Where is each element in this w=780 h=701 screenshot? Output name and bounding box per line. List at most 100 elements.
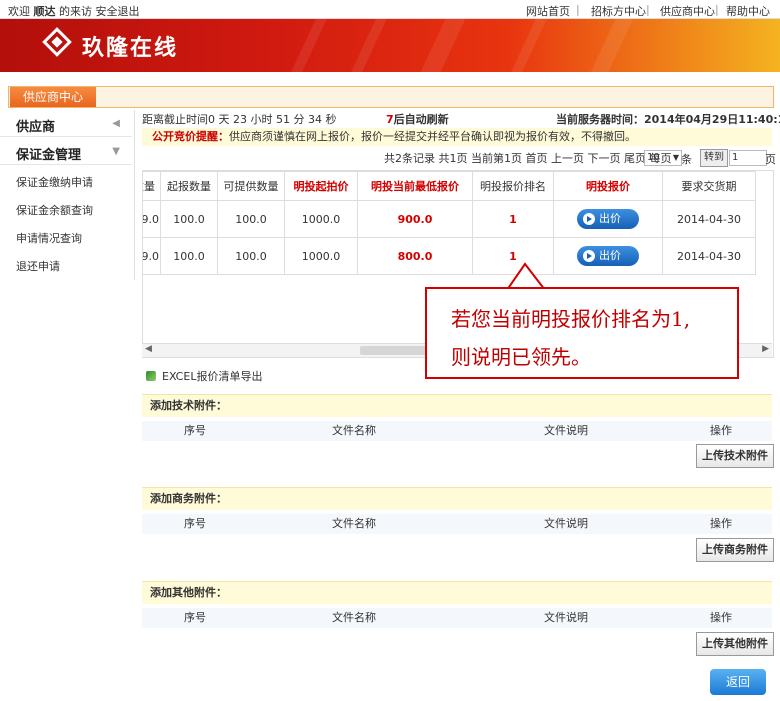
- goto-page-unit: 页: [765, 153, 776, 166]
- page-size-value: 10: [647, 152, 660, 163]
- play-icon: [583, 213, 595, 225]
- sidebar-item-apply-status[interactable]: 申请情况查询: [16, 230, 82, 246]
- cell-current-lowest: 900.0: [357, 200, 473, 238]
- bidding-notice: 公开竞价提醒：供应商须谨慎在网上报价，报价一经提交并经平台确认即视为报价有效，不…: [142, 128, 772, 146]
- user-name: 顺达: [33, 5, 56, 18]
- goto-button[interactable]: 转到: [700, 149, 728, 167]
- nav-home[interactable]: 网站首页: [526, 3, 570, 19]
- nav-separator: |: [576, 3, 580, 16]
- col-file-desc: 文件说明: [544, 424, 588, 437]
- section-title: 添加技术附件：: [150, 399, 227, 412]
- cell-quantity: 9.0: [143, 200, 161, 238]
- col-index: 序号: [184, 517, 206, 530]
- cell-rank: 1: [472, 200, 554, 238]
- cell-min-quantity: 100.0: [160, 200, 218, 238]
- callout-line-2: 则说明已领先。: [451, 345, 591, 369]
- top-bar: 欢迎 顺达 的来访 安全退出 网站首页 | 招标方中心 | 供应商中心 | 帮助…: [0, 0, 780, 19]
- cell-min-quantity: 100.0: [160, 237, 218, 275]
- col-index: 序号: [184, 424, 206, 437]
- goto-page-input[interactable]: 1: [729, 150, 767, 166]
- tab-supplier-center[interactable]: 供应商中心: [10, 87, 96, 107]
- cell-quantity: 9.0: [143, 237, 161, 275]
- nav-supplier-center[interactable]: 供应商中心: [660, 3, 715, 19]
- refresh-seconds: 7: [386, 113, 394, 126]
- section-business-header: 添加商务附件：: [142, 487, 772, 510]
- sidebar-item-refund-apply[interactable]: 退还申请: [16, 258, 60, 274]
- sidebar-group-label: 保证金管理: [16, 148, 82, 163]
- upload-other-button[interactable]: 上传其他附件: [696, 632, 774, 656]
- excel-icon: [146, 371, 156, 381]
- table-row: 9.0 100.0 100.0 1000.0 800.0 1 出价 2014-0…: [143, 237, 756, 275]
- bid-button[interactable]: 出价: [577, 209, 639, 229]
- server-time: 当前服务器时间：2014年04月29日11:40:10: [556, 113, 780, 126]
- center-header-bar: [8, 86, 774, 108]
- col-available-quantity: 可提供数量: [217, 171, 285, 201]
- col-bid: 明投报价: [553, 171, 663, 201]
- col-current-lowest: 明投当前最低报价: [357, 171, 473, 201]
- bid-button-label: 出价: [599, 212, 621, 225]
- sidebar: 供应商 ◀ 保证金管理 ▼ 保证金缴纳申请 保证金余额查询 申请情况查询 退还申…: [0, 110, 135, 280]
- section-technical-header: 添加技术附件：: [142, 394, 772, 417]
- col-start-price: 明投起拍价: [284, 171, 358, 201]
- cell-delivery-date: 2014-04-30: [662, 200, 756, 238]
- scroll-left-icon[interactable]: ◀: [145, 344, 152, 354]
- col-operation: 操作: [710, 517, 732, 530]
- col-file-name: 文件名称: [332, 424, 376, 437]
- cell-bid: 出价: [553, 237, 663, 275]
- callout-line-1: 若您当前明投报价排名为1,: [451, 307, 691, 331]
- rank-hint-callout: 若您当前明投报价排名为1, 则说明已领先。: [425, 287, 739, 379]
- nav-tenderer-center[interactable]: 招标方中心: [591, 3, 646, 19]
- bid-button-label: 出价: [599, 249, 621, 262]
- col-operation: 操作: [710, 611, 732, 624]
- logout-link[interactable]: 安全退出: [96, 5, 140, 18]
- col-rank: 明投报价排名: [472, 171, 554, 201]
- col-index: 序号: [184, 611, 206, 624]
- table-header-row: 数量 起报数量 可提供数量 明投起拍价 明投当前最低报价 明投报价排名 明投报价…: [143, 171, 756, 201]
- section-title: 添加商务附件：: [150, 492, 227, 505]
- attachment-column-headers: 序号 文件名称 文件说明 操作: [142, 421, 772, 441]
- upload-business-button[interactable]: 上传商务附件: [696, 538, 774, 562]
- cell-available-quantity: 100.0: [217, 237, 285, 275]
- notice-text: 供应商须谨慎在网上报价，报价一经提交并经平台确认即视为报价有效，不得撤回。: [229, 130, 636, 143]
- nav-separator: |: [715, 3, 719, 16]
- col-file-name: 文件名称: [332, 517, 376, 530]
- upload-technical-button[interactable]: 上传技术附件: [696, 444, 774, 468]
- cell-available-quantity: 100.0: [217, 200, 285, 238]
- brand-name: 玖隆在线: [82, 36, 179, 61]
- sidebar-item-balance-query[interactable]: 保证金余额查询: [16, 202, 93, 218]
- notice-title: 公开竞价提醒：: [152, 130, 229, 143]
- section-other-header: 添加其他附件：: [142, 581, 772, 604]
- bid-button[interactable]: 出价: [577, 246, 639, 266]
- page-size-unit: 条: [681, 153, 692, 166]
- welcome-label: 欢迎: [8, 5, 30, 18]
- cell-start-price: 1000.0: [284, 200, 358, 238]
- chevron-left-icon: ◀: [112, 118, 120, 129]
- back-button[interactable]: 返回: [710, 669, 766, 695]
- col-file-desc: 文件说明: [544, 611, 588, 624]
- table-row: 9.0 100.0 100.0 1000.0 900.0 1 出价 2014-0…: [143, 200, 756, 238]
- sidebar-group-deposit[interactable]: 保证金管理 ▼: [0, 138, 132, 165]
- chevron-down-icon: ▼: [112, 146, 120, 157]
- col-file-name: 文件名称: [332, 611, 376, 624]
- attachment-column-headers: 序号 文件名称 文件说明 操作: [142, 514, 772, 534]
- excel-export-label: EXCEL报价清单导出: [162, 370, 263, 383]
- visit-label: 的来访: [59, 5, 92, 18]
- bid-table: 数量 起报数量 可提供数量 明投起拍价 明投当前最低报价 明投报价排名 明投报价…: [143, 171, 756, 275]
- auction-info-line: 距离截止时间0 天 23 小时 51 分 34 秒 7后自动刷新 当前服务器时间…: [142, 111, 780, 127]
- sidebar-item-deposit-apply[interactable]: 保证金缴纳申请: [16, 174, 93, 190]
- excel-export-link[interactable]: EXCEL报价清单导出: [146, 368, 262, 384]
- refresh-label: 后自动刷新: [393, 113, 449, 126]
- col-delivery-date: 要求交货期: [662, 171, 756, 201]
- col-quantity: 数量: [143, 171, 161, 201]
- section-title: 添加其他附件：: [150, 586, 227, 599]
- col-file-desc: 文件说明: [544, 517, 588, 530]
- page-size-select[interactable]: 10 ▼: [644, 150, 682, 166]
- nav-help-center[interactable]: 帮助中心: [726, 3, 770, 19]
- cell-start-price: 1000.0: [284, 237, 358, 275]
- sidebar-group-supplier[interactable]: 供应商 ◀: [0, 110, 132, 137]
- cell-current-lowest: 800.0: [357, 237, 473, 275]
- sidebar-group-label: 供应商: [16, 120, 56, 135]
- scroll-right-icon[interactable]: ▶: [762, 344, 769, 354]
- countdown-text: 距离截止时间0 天 23 小时 51 分 34 秒: [142, 113, 337, 126]
- chevron-down-icon: ▼: [672, 153, 679, 162]
